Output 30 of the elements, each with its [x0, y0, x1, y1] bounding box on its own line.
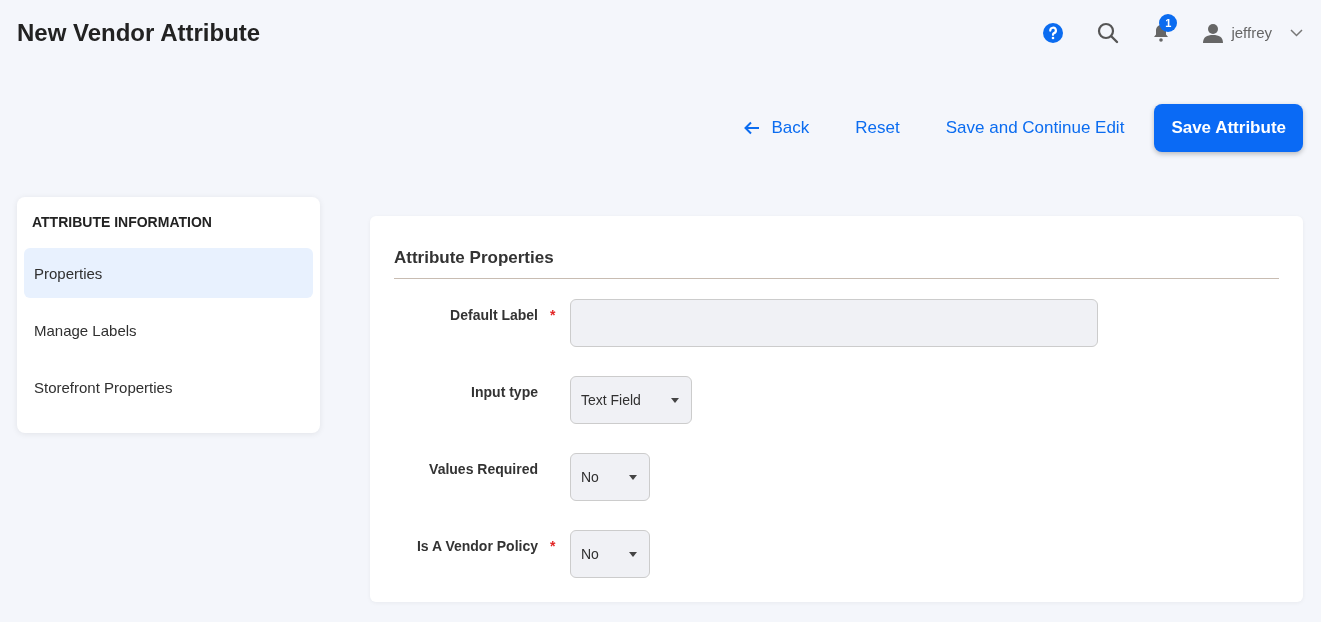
chevron-down-icon[interactable] [1290, 28, 1303, 37]
field-label: Input type [471, 384, 538, 400]
notification-badge: 1 [1159, 13, 1178, 32]
user-name[interactable]: jeffrey [1231, 24, 1272, 41]
sidebar-item[interactable]: Storefront Properties [24, 362, 313, 412]
field-label: Values Required [429, 461, 538, 477]
arrow-left-icon [743, 121, 760, 135]
select-dropdown[interactable]: Text Field [570, 376, 692, 424]
action-link-button[interactable]: Save and Continue Edit [929, 104, 1141, 152]
caret-down-icon [629, 474, 637, 480]
field-label: Is A Vendor Policy [416, 538, 538, 554]
sidebar-title: ATTRIBUTE INFORMATION [31, 214, 213, 232]
required-mark: * [550, 307, 557, 323]
select-dropdown[interactable]: No [570, 453, 650, 501]
caret-down-icon [629, 551, 637, 557]
page-title: New Vendor Attribute [17, 18, 261, 47]
save-button[interactable]: Save Attribute [1154, 104, 1303, 152]
caret-down-icon [670, 397, 679, 403]
help-icon[interactable] [1043, 22, 1064, 43]
user-icon[interactable] [1203, 22, 1224, 43]
select-dropdown[interactable]: No [570, 530, 650, 578]
field-label: Default Label [450, 307, 538, 323]
required-mark: * [550, 538, 557, 554]
action-link-button[interactable]: Reset [839, 104, 916, 152]
search-icon[interactable] [1097, 21, 1120, 44]
sidebar-item[interactable]: Properties [24, 248, 313, 298]
input-field[interactable] [570, 299, 1098, 347]
back-button[interactable]: Back [727, 104, 826, 152]
sidebar-item[interactable]: Manage Labels [24, 305, 313, 355]
section-title: Attribute Properties [394, 248, 1279, 279]
